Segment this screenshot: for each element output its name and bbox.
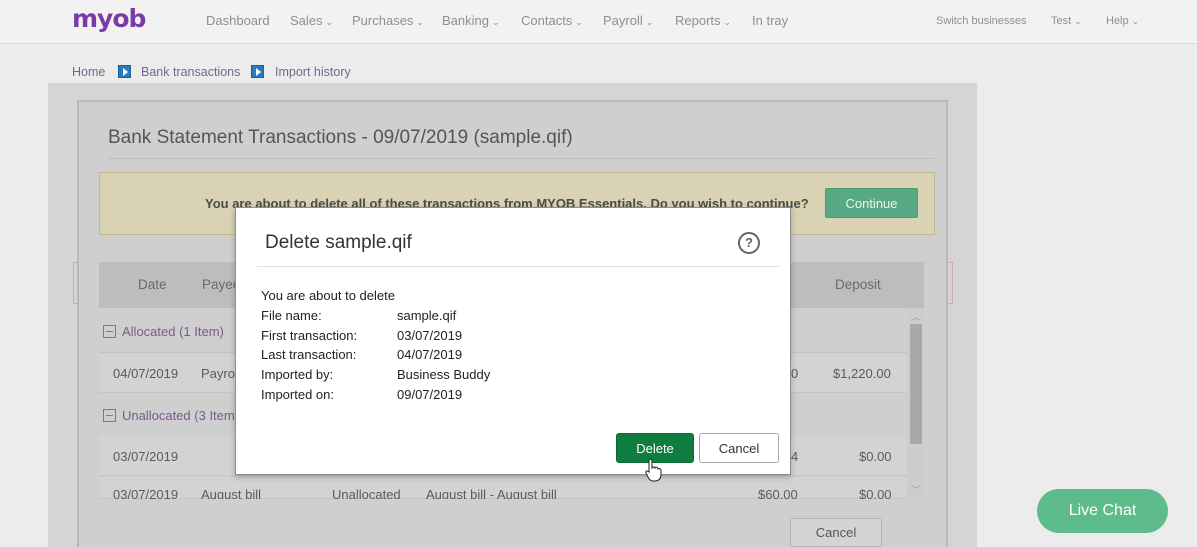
row-amount: 4 — [791, 449, 799, 464]
imported-on-label: Imported on: — [261, 387, 334, 402]
imported-by-value: Business Buddy — [397, 367, 491, 382]
breadcrumb-home[interactable]: Home — [72, 65, 105, 79]
statement-title: Bank Statement Transactions - 09/07/2019… — [108, 127, 573, 148]
breadcrumb-bank-transactions[interactable]: Bank transactions — [141, 65, 240, 79]
nav-user-menu[interactable]: Test ⌄ — [1051, 15, 1082, 27]
nav-reports-label: Reports — [675, 13, 721, 28]
group-label-allocated: Allocated (1 Item) — [122, 324, 224, 339]
group-label-unallocated: Unallocated (3 Items) — [122, 408, 246, 423]
row-amount: 0 — [791, 366, 799, 381]
chevron-down-icon: ⌄ — [325, 17, 334, 27]
nav-purchases[interactable]: Purchases ⌄ — [352, 13, 424, 28]
scroll-down-icon[interactable]: ﹀ — [911, 483, 920, 496]
scrollbar-thumb[interactable] — [910, 324, 922, 444]
nav-switch-label: Switch businesses — [936, 15, 1027, 27]
file-name-label: File name: — [261, 308, 322, 323]
cancel-button[interactable]: Cancel — [699, 433, 779, 463]
nav-in-tray-label: In tray — [752, 13, 789, 28]
divider — [108, 158, 934, 159]
hand-cursor-icon — [645, 458, 662, 482]
column-deposit[interactable]: Deposit — [835, 277, 881, 292]
chevron-down-icon: ⌄ — [491, 17, 500, 27]
imported-on-value: 09/07/2019 — [397, 387, 463, 402]
help-icon[interactable]: ? — [738, 232, 760, 254]
row-date: 03/07/2019 — [113, 449, 179, 464]
statement-cancel-button[interactable]: Cancel — [790, 518, 882, 547]
first-transaction-value: 03/07/2019 — [397, 328, 463, 343]
nav-payroll[interactable]: Payroll ⌄ — [603, 13, 653, 28]
column-date[interactable]: Date — [138, 277, 167, 292]
last-transaction-value: 04/07/2019 — [397, 347, 463, 362]
dialog-divider — [257, 266, 779, 267]
breadcrumb-arrow-icon — [118, 65, 131, 78]
nav-purchases-label: Purchases — [352, 13, 414, 28]
collapse-icon[interactable] — [103, 325, 116, 338]
file-name-value: sample.qif — [397, 308, 457, 323]
chevron-down-icon: ⌄ — [416, 17, 424, 27]
nav-help[interactable]: Help ⌄ — [1106, 15, 1139, 27]
nav-reports[interactable]: Reports ⌄ — [675, 13, 731, 28]
row-deposit: $0.00 — [859, 449, 892, 464]
nav-banking[interactable]: Banking ⌄ — [442, 13, 500, 28]
nav-user-label: Test — [1051, 15, 1072, 27]
nav-help-label: Help — [1106, 15, 1129, 27]
scroll-up-icon[interactable]: ︿ — [911, 310, 920, 323]
nav-payroll-label: Payroll — [603, 13, 643, 28]
chevron-down-icon: ⌄ — [1074, 16, 1082, 26]
nav-banking-label: Banking — [442, 13, 489, 28]
row-mask — [99, 499, 907, 519]
nav-dashboard[interactable]: Dashboard — [206, 13, 270, 28]
nav-in-tray[interactable]: In tray — [752, 13, 788, 28]
imported-by-label: Imported by: — [261, 367, 334, 382]
nav-sales[interactable]: Sales ⌄ — [290, 13, 333, 28]
nav-switch-businesses[interactable]: Switch businesses — [936, 15, 1027, 27]
continue-button[interactable]: Continue — [825, 188, 918, 218]
first-transaction-label: First transaction: — [261, 328, 358, 343]
chevron-down-icon: ⌄ — [575, 17, 583, 27]
nav-contacts-label: Contacts — [521, 13, 573, 28]
nav-dashboard-label: Dashboard — [206, 13, 270, 28]
chevron-down-icon: ⌄ — [645, 17, 654, 27]
live-chat-button[interactable]: Live Chat — [1037, 489, 1168, 533]
breadcrumb-import-history: Import history — [275, 65, 351, 79]
last-transaction-label: Last transaction: — [261, 347, 357, 362]
chevron-down-icon: ⌄ — [1131, 16, 1140, 26]
myob-logo[interactable]: myob — [72, 4, 146, 33]
dialog-intro: You are about to delete — [261, 288, 395, 303]
collapse-icon[interactable] — [103, 409, 116, 422]
dialog-title: Delete sample.qif — [265, 232, 412, 253]
nav-sales-label: Sales — [290, 13, 323, 28]
breadcrumb-arrow-icon — [251, 65, 264, 78]
row-deposit: $1,220.00 — [833, 366, 891, 381]
nav-contacts[interactable]: Contacts ⌄ — [521, 13, 583, 28]
chevron-down-icon: ⌄ — [723, 17, 732, 27]
row-date: 04/07/2019 — [113, 366, 179, 381]
